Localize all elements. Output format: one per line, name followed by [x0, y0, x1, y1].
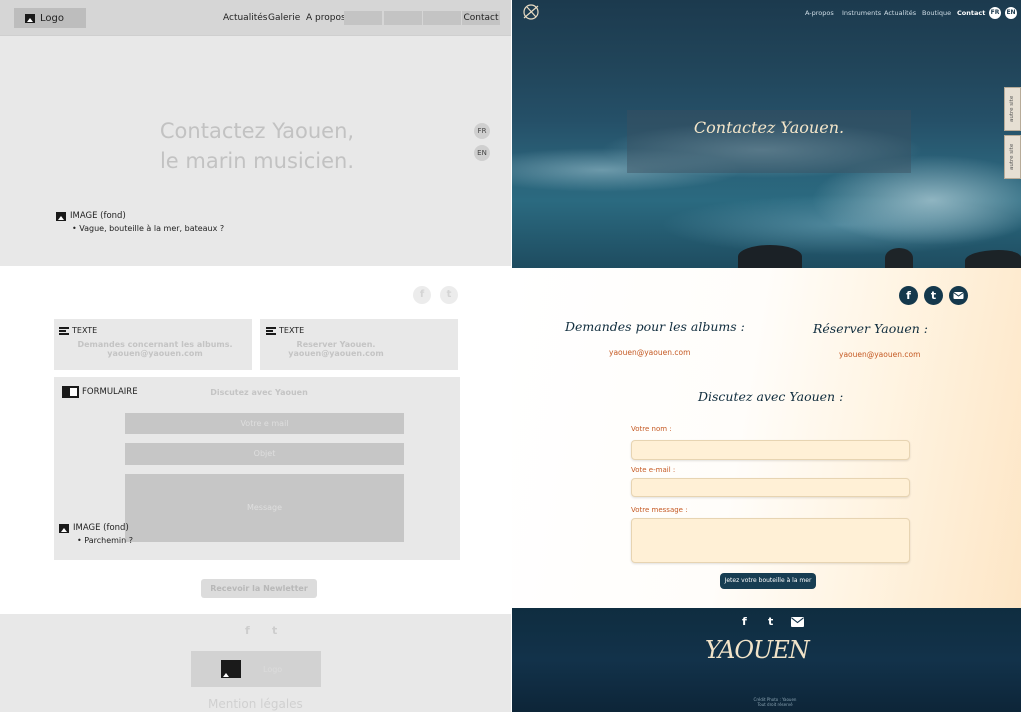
- annotation-note: Vague, bouteille à la mer, bateaux ?: [79, 224, 225, 233]
- text-icon: [266, 326, 276, 335]
- twitter-icon[interactable]: t: [924, 286, 943, 305]
- wireframe-hero-image-note: • Vague, bouteille à la mer, bateaux ?: [72, 224, 225, 233]
- name-label: Votre nom :: [631, 425, 672, 433]
- image-icon: [25, 13, 35, 23]
- wireframe-footer-twitter-icon[interactable]: t: [272, 624, 277, 637]
- wireframe-nav-item-actualites[interactable]: Actualités: [223, 11, 267, 25]
- rock-shape: [738, 245, 802, 268]
- form-title: Discutez avec Yaouen :: [698, 389, 844, 404]
- wireframe-email-input[interactable]: Votre e mail: [125, 413, 404, 434]
- nav-item-contact[interactable]: Contact: [957, 7, 985, 19]
- footer-logo: YAOUEN: [705, 636, 810, 664]
- wireframe-footer-facebook-icon[interactable]: f: [245, 624, 250, 637]
- nav-item-actualites[interactable]: Actualités: [884, 7, 916, 19]
- mail-icon[interactable]: [949, 286, 968, 305]
- form-label-text: FORMULAIRE: [82, 387, 138, 397]
- rock-shape: [885, 248, 913, 268]
- text-line: yaouen@yaouen.com: [288, 349, 384, 358]
- wireframe-nav-placeholder: [344, 11, 382, 25]
- footer-facebook-icon[interactable]: f: [742, 615, 747, 628]
- text-line: Reserver Yaouen.: [296, 340, 376, 349]
- wireframe-footer-logo-label: Logo: [263, 664, 283, 674]
- facebook-icon[interactable]: f: [899, 286, 918, 305]
- wireframe-lang-fr-button[interactable]: FR: [474, 123, 490, 139]
- booking-email-link[interactable]: yaouen@yaouen.com: [839, 350, 920, 359]
- wireframe-nav-placeholder: [384, 11, 422, 25]
- wireframe-facebook-icon[interactable]: f: [413, 286, 431, 304]
- image-icon: [221, 660, 241, 678]
- wireframe-text-box-booking-label: TEXTE: [266, 326, 304, 335]
- wireframe-hero-title-line1: Contactez Yaouen,: [159, 119, 355, 143]
- wireframe-hero-image-annotation: IMAGE (fond): [56, 211, 126, 221]
- wireframe-logo[interactable]: Logo: [14, 8, 86, 28]
- message-label: Votre message :: [631, 506, 688, 514]
- nav-item-boutique[interactable]: Boutique: [922, 7, 951, 19]
- image-icon: [56, 211, 66, 221]
- nav-item-instruments[interactable]: Instruments: [842, 7, 881, 19]
- submit-button[interactable]: Jetez votre bouteille à la mer: [720, 573, 816, 589]
- footer-credit: Crédit Photo : Yaouen Tout droit réservé: [740, 697, 810, 707]
- wireframe-subject-input[interactable]: Objet: [125, 443, 404, 465]
- text-line: Demandes concernant les albums.: [77, 340, 233, 349]
- text-line: yaouen@yaouen.com: [107, 349, 203, 358]
- booking-title: Réserver Yaouen :: [813, 321, 928, 336]
- text-label: TEXTE: [72, 326, 98, 335]
- wireframe-form-image-annotation: IMAGE (fond): [59, 523, 129, 533]
- wireframe-form-title: Discutez avec Yaouen: [210, 388, 308, 397]
- lang-fr-button[interactable]: FR: [989, 7, 1001, 19]
- wireframe-text-box-albums-content: Demandes concernant les albums. yaouen@y…: [70, 340, 240, 358]
- rock-shape: [965, 250, 1021, 268]
- annotation-label: IMAGE (fond): [73, 523, 129, 533]
- site-logo-icon[interactable]: [521, 2, 541, 22]
- wireframe-text-box-booking-content: Reserver Yaouen. yaouen@yaouen.com: [276, 340, 396, 358]
- email-input[interactable]: [631, 478, 910, 497]
- wireframe-nav-item-galerie[interactable]: Galerie: [268, 11, 300, 25]
- albums-email-link[interactable]: yaouen@yaouen.com: [609, 348, 690, 357]
- annotation-note: Parchemin ?: [84, 536, 134, 545]
- message-input[interactable]: [631, 518, 910, 563]
- wireframe-twitter-icon[interactable]: t: [440, 286, 458, 304]
- image-icon: [59, 523, 69, 533]
- text-icon: [59, 326, 69, 335]
- wireframe-newsletter-button[interactable]: Recevoir la Newletter: [201, 579, 317, 598]
- annotation-label: IMAGE (fond): [70, 211, 126, 221]
- footer-twitter-icon[interactable]: t: [768, 615, 773, 628]
- wireframe-lang-en-button[interactable]: EN: [474, 145, 490, 161]
- wireframe-message-input[interactable]: Message: [125, 474, 404, 542]
- wireframe-text-box-albums-label: TEXTE: [59, 326, 97, 335]
- wireframe-hero-title: Contactez Yaouen, le marin musicien.: [120, 116, 394, 176]
- wireframe-form-label: FORMULAIRE: [62, 386, 138, 398]
- form-icon: [62, 386, 79, 398]
- footer-mail-icon[interactable]: [791, 617, 804, 627]
- side-tab-other-site[interactable]: autre site: [1004, 135, 1021, 179]
- hero-title: Contactez Yaouen.: [693, 118, 845, 137]
- text-label: TEXTE: [279, 326, 305, 335]
- albums-title: Demandes pour les albums :: [565, 319, 745, 334]
- credit-line: Tout droit réservé: [757, 702, 793, 707]
- lang-en-button[interactable]: EN: [1005, 7, 1017, 19]
- wireframe-nav-placeholder: [423, 11, 461, 25]
- wireframe-hero-title-line2: le marin musicien.: [159, 149, 355, 173]
- wireframe-legal-link[interactable]: Mention légales: [208, 697, 303, 711]
- wireframe-nav-contact[interactable]: Contact: [462, 11, 500, 25]
- wireframe-logo-label: Logo: [40, 12, 64, 24]
- wireframe-nav-item-apropos[interactable]: A propos: [306, 11, 346, 25]
- wireframe-footer-logo: Logo: [191, 651, 321, 687]
- nav-item-apropos[interactable]: A-propos: [805, 7, 834, 19]
- wireframe-form-image-note: • Parchemin ?: [77, 536, 134, 545]
- email-label: Vote e-mail :: [631, 466, 676, 474]
- side-tab-other-site[interactable]: autre site: [1004, 87, 1021, 131]
- name-input[interactable]: [631, 440, 910, 460]
